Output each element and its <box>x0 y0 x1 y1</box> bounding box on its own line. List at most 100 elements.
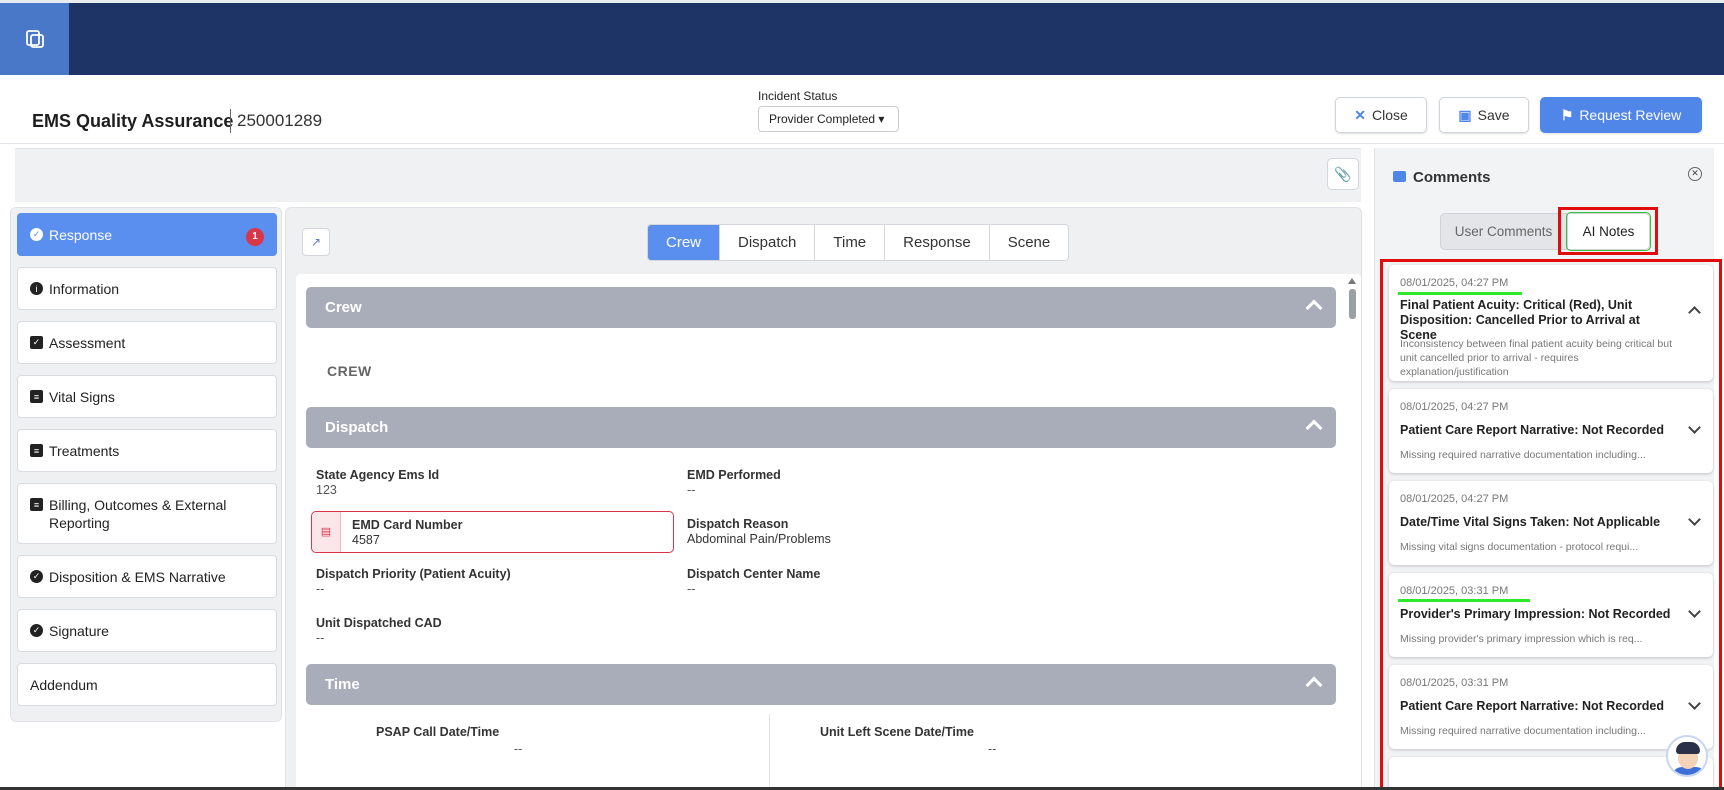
close-button-label: Close <box>1371 107 1408 123</box>
chevron-down-icon[interactable] <box>1688 513 1701 526</box>
nav-item-billing[interactable]: ≡ Billing, Outcomes & External Reporting <box>17 483 277 544</box>
document-stack-icon <box>25 30 44 48</box>
scroll-up-arrow[interactable] <box>1348 278 1356 284</box>
chevron-down-icon[interactable] <box>1688 605 1701 618</box>
chevron-up-icon <box>1305 299 1323 317</box>
ai-note-card[interactable] <box>1389 757 1713 787</box>
note-date: 08/01/2025, 04:27 PM <box>1400 277 1509 289</box>
ai-note-card[interactable]: 08/01/2025, 04:27 PM Date/Time Vital Sig… <box>1389 481 1713 565</box>
paperclip-icon: 📎 <box>1334 166 1352 182</box>
incident-id: 250001289 <box>230 109 322 133</box>
save-button-label: Save <box>1477 107 1510 123</box>
check-circle-icon: ✓ <box>30 624 43 637</box>
nav-item-response[interactable]: ✓ Response 1 <box>17 213 277 256</box>
close-button[interactable]: ✕ Close <box>1335 97 1427 133</box>
toolbar-strip <box>15 148 1361 202</box>
field-label: Unit Left Scene Date/Time <box>820 725 974 739</box>
note-description: Missing required narrative documentation… <box>1400 725 1646 737</box>
check-circle-icon: ✓ <box>30 228 43 241</box>
note-date: 08/01/2025, 04:27 PM <box>1400 493 1509 505</box>
field-value: -- <box>687 483 696 497</box>
notification-badge: 1 <box>246 228 264 246</box>
section-tabs: Crew Dispatch Time Response Scene <box>647 224 1070 261</box>
note-description: Missing vital signs documentation - prot… <box>1400 541 1639 553</box>
tab-time[interactable]: Time <box>815 225 886 260</box>
section-nav: ✓ Response 1 i Information ✓ Assessment … <box>10 207 282 722</box>
comments-header: Comments ✕ <box>1378 162 1708 202</box>
file-icon: ≡ <box>30 390 43 403</box>
nav-item-vital-signs[interactable]: ≡ Vital Signs <box>17 375 277 418</box>
nav-item-information[interactable]: i Information <box>17 267 277 310</box>
chevron-up-icon[interactable] <box>1688 306 1701 319</box>
nav-item-disposition[interactable]: ✓ Disposition & EMS Narrative <box>17 555 277 598</box>
field-label: EMD Card Number <box>352 518 463 532</box>
info-icon: i <box>30 282 43 295</box>
expand-button[interactable]: ↗ <box>302 228 330 256</box>
tab-scene[interactable]: Scene <box>990 225 1069 260</box>
section-header-dispatch[interactable]: Dispatch <box>306 407 1336 448</box>
note-description: Missing provider's primary impression wh… <box>1400 633 1643 645</box>
nav-item-label: Assessment <box>49 334 126 351</box>
note-title: Date/Time Vital Signs Taken: Not Applica… <box>1400 515 1661 529</box>
save-button[interactable]: ▣ Save <box>1439 97 1529 133</box>
ai-note-card[interactable]: 08/01/2025, 04:27 PM Patient Care Report… <box>1389 389 1713 473</box>
nav-item-treatments[interactable]: ≡ Treatments <box>17 429 277 472</box>
ai-note-card[interactable]: 08/01/2025, 03:31 PM Patient Care Report… <box>1389 665 1713 749</box>
emd-card-field-flagged[interactable]: ▤ EMD Card Number 4587 <box>311 511 674 553</box>
highlight-underline <box>1398 599 1530 602</box>
file-icon: ≡ <box>30 444 43 457</box>
ai-note-card[interactable]: 08/01/2025, 03:31 PM Provider's Primary … <box>1389 573 1713 657</box>
note-description: Inconsistency between final patient acui… <box>1400 338 1672 378</box>
incident-status-select[interactable]: Provider Completed ▾ <box>758 106 899 132</box>
page-header: EMS Quality Assurance 250001289 Incident… <box>0 75 1724 144</box>
note-date: 08/01/2025, 03:31 PM <box>1400 677 1509 689</box>
request-review-button[interactable]: ⚑ Request Review <box>1540 97 1702 133</box>
attachment-button[interactable]: 📎 <box>1327 158 1359 190</box>
field-label: PSAP Call Date/Time <box>376 725 500 739</box>
chevron-down-icon[interactable] <box>1688 421 1701 434</box>
tab-dispatch[interactable]: Dispatch <box>720 225 816 260</box>
nav-item-assessment[interactable]: ✓ Assessment <box>17 321 277 364</box>
section-header-crew[interactable]: Crew <box>306 287 1336 328</box>
field-value: 123 <box>316 483 337 497</box>
note-title: Provider's Primary Impression: Not Recor… <box>1400 607 1671 621</box>
nav-item-label: Treatments <box>49 442 120 459</box>
ai-note-card[interactable]: 08/01/2025, 04:27 PM Final Patient Acuit… <box>1389 265 1713 381</box>
close-icon: ✕ <box>1354 107 1366 123</box>
expand-icon: ↗ <box>310 235 322 249</box>
field-label: EMD Performed <box>687 468 781 482</box>
tab-response[interactable]: Response <box>885 225 990 260</box>
field-label: Unit Dispatched CAD <box>316 616 442 630</box>
nav-item-signature[interactable]: ✓ Signature <box>17 609 277 652</box>
nav-item-label: Addendum <box>30 676 98 693</box>
app-logo[interactable] <box>0 3 69 75</box>
request-review-label: Request Review <box>1579 107 1682 123</box>
tab-user-comments[interactable]: User Comments <box>1440 213 1567 250</box>
nav-item-label: Vital Signs <box>49 388 115 405</box>
nav-item-addendum[interactable]: Addendum <box>17 663 277 706</box>
incident-status-label: Incident Status <box>758 89 838 103</box>
nav-item-label: Billing, Outcomes & External Reporting <box>49 497 227 531</box>
field-label: Dispatch Priority (Patient Acuity) <box>316 567 511 581</box>
field-label: State Agency Ems Id <box>316 468 440 482</box>
chevron-up-icon <box>1305 419 1323 437</box>
section-title: Dispatch <box>325 419 389 436</box>
note-title: Patient Care Report Narrative: Not Recor… <box>1400 423 1664 437</box>
tab-crew[interactable]: Crew <box>648 225 721 260</box>
section-title: Time <box>325 676 360 693</box>
comments-title: Comments <box>1413 169 1491 186</box>
scroll-thumb[interactable] <box>1349 289 1356 319</box>
close-circle-icon[interactable]: ✕ <box>1688 167 1702 181</box>
note-date: 08/01/2025, 03:31 PM <box>1400 585 1509 597</box>
content-scrollbar[interactable] <box>1346 276 1358 790</box>
field-value: -- <box>514 742 523 756</box>
avatar-hair <box>1676 742 1700 754</box>
top-nav-bar <box>0 0 1724 75</box>
comment-flag-icon[interactable]: ▤ <box>312 512 341 552</box>
chevron-down-icon[interactable] <box>1688 697 1701 710</box>
assistant-avatar[interactable] <box>1666 735 1708 777</box>
field-value: -- <box>316 631 325 645</box>
note-description: Missing required narrative documentation… <box>1400 449 1646 461</box>
file-icon: ≡ <box>30 498 43 511</box>
section-header-time[interactable]: Time <box>306 664 1336 705</box>
